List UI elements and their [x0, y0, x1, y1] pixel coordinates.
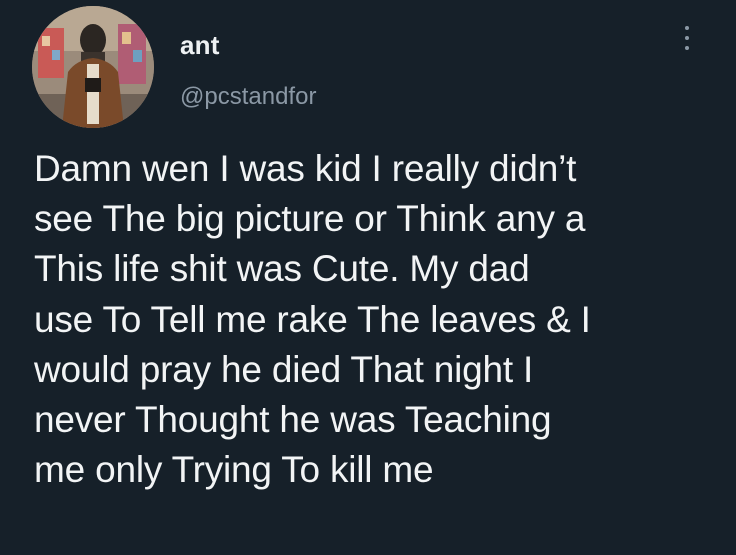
tweet-text-line: never Thought he was Teaching [34, 399, 552, 441]
tweet-text-line: Damn wen I was kid I really didn’t [34, 148, 577, 189]
tweet-text-line: use To Tell me rake The leaves & I [34, 298, 591, 340]
avatar[interactable] [32, 6, 154, 128]
tweet-text-line: me only Trying To kill me [34, 449, 434, 491]
tweet-card: ant @pcstandfor Damn wen I was kid I rea… [0, 0, 736, 555]
tweet-text-line: would pray he died That night I [34, 348, 534, 390]
more-vertical-icon[interactable] [680, 26, 694, 66]
tweet-text-line: see The big picture or Think any a [34, 198, 586, 240]
user-handle[interactable]: @pcstandfor [180, 83, 316, 111]
display-name[interactable]: ant [180, 30, 220, 61]
tweet-text-line: This life shit was Cute. My dad [34, 248, 530, 290]
tweet-text: Damn wen I was kid I really didn’t see T… [34, 144, 724, 495]
avatar-image [32, 6, 154, 128]
